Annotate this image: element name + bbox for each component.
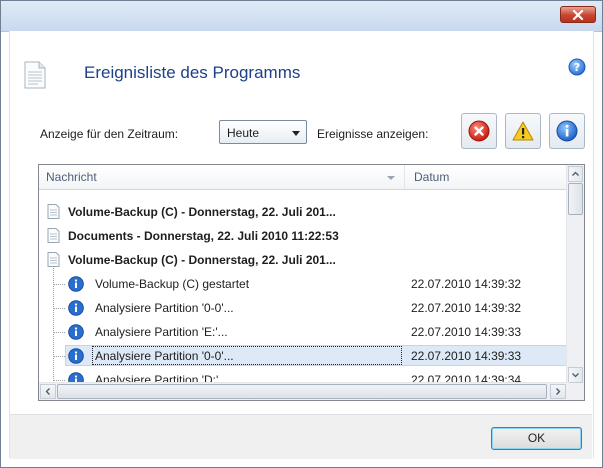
list-item[interactable]: Analysiere Partition '0-0'... 22.07.2010… xyxy=(39,296,569,320)
dialog-title: Ereignisliste des Programms xyxy=(84,63,301,82)
period-label: Anzeige für den Zeitraum: xyxy=(40,127,179,141)
horizontal-scrollbar[interactable] xyxy=(39,382,569,400)
list-header: Nachricht Datum xyxy=(39,165,569,190)
chevron-down-icon xyxy=(292,131,300,136)
document-icon xyxy=(47,228,60,243)
scroll-thumb[interactable] xyxy=(57,384,547,399)
column-separator xyxy=(404,165,405,189)
event-message: Volume-Backup (C) gestartet xyxy=(95,277,250,291)
event-log-icon xyxy=(23,61,47,92)
list-item-selected[interactable]: Analysiere Partition '0-0'... 22.07.2010… xyxy=(39,344,571,368)
error-icon xyxy=(468,120,490,142)
ok-button[interactable]: OK xyxy=(491,427,582,450)
event-date: 22.07.2010 14:39:32 xyxy=(411,301,522,315)
show-info-button[interactable] xyxy=(549,113,585,149)
period-select[interactable]: Heute xyxy=(219,120,307,144)
column-header-message[interactable]: Nachricht xyxy=(46,170,97,184)
info-icon xyxy=(68,348,84,364)
event-message: Analysiere Partition '0-0'... xyxy=(95,349,234,363)
document-icon xyxy=(47,204,60,219)
event-message: Analysiere Partition '0-0'... xyxy=(95,301,234,315)
help-icon[interactable]: ? xyxy=(568,58,586,79)
info-icon xyxy=(68,276,84,292)
list-item[interactable]: Volume-Backup (C) - Donnerstag, 22. Juli… xyxy=(39,248,569,272)
scroll-left-button[interactable] xyxy=(40,384,56,399)
list-item[interactable]: Documents - Donnerstag, 22. Juli 2010 11… xyxy=(39,224,569,248)
chevron-down-icon xyxy=(572,373,579,378)
info-icon xyxy=(68,300,84,316)
scroll-down-button[interactable] xyxy=(568,367,583,383)
event-list[interactable]: Nachricht Datum Volume-Backup (C) - Donn… xyxy=(38,164,585,401)
chevron-right-icon xyxy=(556,388,561,395)
list-item[interactable]: Analysiere Partition 'E:'... 22.07.2010 … xyxy=(39,320,569,344)
info-icon xyxy=(68,324,84,340)
info-icon xyxy=(556,120,578,142)
list-item[interactable]: Volume-Backup (C) - Donnerstag, 22. Juli… xyxy=(39,200,569,224)
period-value: Heute xyxy=(227,126,260,140)
column-header-date[interactable]: Datum xyxy=(414,170,449,184)
event-message: Documents - Donnerstag, 22. Juli 2010 11… xyxy=(68,229,339,243)
scrollbar-corner xyxy=(567,383,584,400)
scroll-up-button[interactable] xyxy=(568,166,583,182)
svg-text:?: ? xyxy=(574,61,580,74)
chevron-up-icon xyxy=(572,171,579,176)
vertical-scrollbar[interactable] xyxy=(566,165,584,384)
event-message: Volume-Backup (C) - Donnerstag, 22. Juli… xyxy=(68,253,336,267)
sort-chevron-icon xyxy=(387,176,395,180)
event-date: 22.07.2010 14:39:33 xyxy=(411,349,522,363)
event-date: 22.07.2010 14:39:33 xyxy=(411,325,522,339)
list-item[interactable]: Volume-Backup (C) gestartet 22.07.2010 1… xyxy=(39,272,569,296)
scroll-thumb[interactable] xyxy=(568,183,583,215)
show-errors-button[interactable] xyxy=(461,113,497,149)
show-warnings-button[interactable] xyxy=(505,113,541,149)
events-label: Ereignisse anzeigen: xyxy=(317,127,429,141)
close-button[interactable] xyxy=(560,6,596,23)
document-icon xyxy=(47,252,60,267)
warning-icon xyxy=(512,121,534,141)
event-date: 22.07.2010 14:39:32 xyxy=(411,277,522,291)
title-bar xyxy=(1,1,602,32)
scroll-right-button[interactable] xyxy=(550,384,566,399)
close-icon xyxy=(572,9,584,20)
chevron-left-icon xyxy=(45,388,50,395)
event-message: Analysiere Partition 'E:'... xyxy=(95,325,228,339)
event-message: Volume-Backup (C) - Donnerstag, 22. Juli… xyxy=(68,205,336,219)
